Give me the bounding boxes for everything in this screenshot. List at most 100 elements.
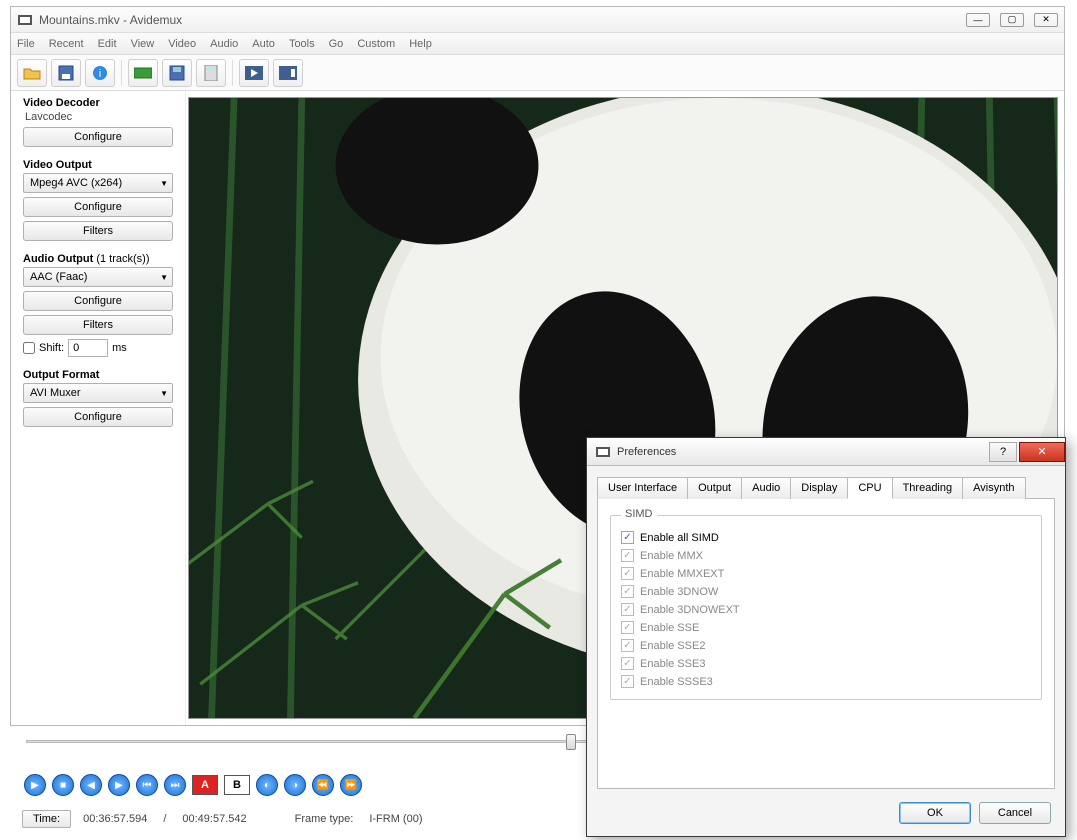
stop-button[interactable]: ■ <box>52 774 74 796</box>
info-icon[interactable]: i <box>85 59 115 87</box>
simd-option-label: Enable all SIMD <box>640 532 719 544</box>
menu-help[interactable]: Help <box>409 38 432 50</box>
tab-user-interface[interactable]: User Interface <box>597 477 688 499</box>
prev-frame-button[interactable]: ◀ <box>80 774 102 796</box>
tab-audio[interactable]: Audio <box>741 477 791 499</box>
audio-shift-checkbox[interactable] <box>23 342 35 354</box>
save-icon[interactable] <box>51 59 81 87</box>
goto-marker-a-button[interactable]: ◐ <box>256 774 278 796</box>
set-marker-b-button[interactable]: B <box>224 775 250 795</box>
simd-option-label: Enable SSE <box>640 622 699 634</box>
simd-option-row: ✓Enable SSSE3 <box>621 675 1031 688</box>
simd-option-row: ✓Enable SSE3 <box>621 657 1031 670</box>
maximize-button[interactable]: ▢ <box>1000 13 1024 27</box>
video-output-configure-button[interactable]: Configure <box>23 197 173 217</box>
simd-groupbox: SIMD ✓Enable all SIMD✓Enable MMX✓Enable … <box>610 515 1042 700</box>
video-output-select[interactable]: Mpeg4 AVC (x264) ▼ <box>23 173 173 193</box>
tab-cpu[interactable]: CPU <box>847 477 892 499</box>
calculator-icon[interactable] <box>196 59 226 87</box>
audio-shift-unit: ms <box>112 342 127 354</box>
group-video-decoder: Video Decoder Lavcodec Configure <box>23 97 175 147</box>
group-audio-output: Audio Output (1 track(s)) AAC (Faac) ▼ C… <box>23 253 175 357</box>
tab-threading[interactable]: Threading <box>892 477 964 499</box>
dialog-close-button[interactable]: ✕ <box>1019 442 1065 462</box>
simd-option-label: Enable SSE2 <box>640 640 705 652</box>
slider-thumb[interactable] <box>566 734 576 750</box>
preferences-tabstrip: User Interface Output Audio Display CPU … <box>597 476 1055 499</box>
time-current[interactable]: 00:36:57.594 <box>79 811 151 827</box>
play-output-icon[interactable] <box>273 59 303 87</box>
window-title: Mountains.mkv - Avidemux <box>39 13 966 27</box>
audio-output-trackinfo: (1 track(s)) <box>96 253 149 265</box>
checkbox-icon: ✓ <box>621 585 634 598</box>
close-button[interactable]: ✕ <box>1034 13 1058 27</box>
minimize-button[interactable]: — <box>966 13 990 27</box>
audio-shift-row: Shift: 0 ms <box>23 339 175 357</box>
play-filtered-icon[interactable] <box>239 59 269 87</box>
chevron-down-icon: ▼ <box>160 389 168 398</box>
simd-option-label: Enable 3DNOW <box>640 586 718 598</box>
menu-auto[interactable]: Auto <box>252 38 275 50</box>
output-format-select[interactable]: AVI Muxer ▼ <box>23 383 173 403</box>
toolbar-separator <box>232 60 233 86</box>
next-keyframe-button[interactable]: ⏭ <box>164 774 186 796</box>
audio-shift-label: Shift: <box>39 342 64 354</box>
audio-output-select[interactable]: AAC (Faac) ▼ <box>23 267 173 287</box>
checkbox-icon: ✓ <box>621 621 634 634</box>
checkbox-icon[interactable]: ✓ <box>621 531 634 544</box>
transport-controls: ▶ ■ ◀ ▶ ⏮ ⏭ A B ◐ ◑ ⏪ ⏩ <box>24 774 362 796</box>
menu-custom[interactable]: Custom <box>357 38 395 50</box>
video-output-filters-button[interactable]: Filters <box>23 221 173 241</box>
checkbox-icon: ✓ <box>621 603 634 616</box>
play-button[interactable]: ▶ <box>24 774 46 796</box>
audio-output-filters-button[interactable]: Filters <box>23 315 173 335</box>
tab-avisynth[interactable]: Avisynth <box>962 477 1025 499</box>
tab-display[interactable]: Display <box>790 477 848 499</box>
set-marker-a-button[interactable]: A <box>192 775 218 795</box>
help-button[interactable]: ? <box>989 442 1017 462</box>
frametype-label: Frame type: <box>291 811 358 827</box>
menu-go[interactable]: Go <box>329 38 344 50</box>
open-icon[interactable] <box>17 59 47 87</box>
prev-keyframe-button[interactable]: ⏮ <box>136 774 158 796</box>
audio-shift-spinner[interactable]: 0 <box>68 339 108 357</box>
video-decoder-configure-button[interactable]: Configure <box>23 127 173 147</box>
video-decoder-codec: Lavcodec <box>23 111 175 123</box>
chevron-down-icon: ▼ <box>160 179 168 188</box>
menu-recent[interactable]: Recent <box>49 38 84 50</box>
goto-marker-b-button[interactable]: ◑ <box>284 774 306 796</box>
simd-legend: SIMD <box>621 508 657 520</box>
open-video-icon[interactable] <box>128 59 158 87</box>
group-output-format: Output Format AVI Muxer ▼ Configure <box>23 369 175 427</box>
simd-option-row: ✓Enable MMX <box>621 549 1031 562</box>
audio-output-title: Audio Output (1 track(s)) <box>23 253 175 265</box>
output-format-configure-button[interactable]: Configure <box>23 407 173 427</box>
toolbar-separator <box>121 60 122 86</box>
menu-edit[interactable]: Edit <box>98 38 117 50</box>
menu-video[interactable]: Video <box>168 38 196 50</box>
audio-output-configure-button[interactable]: Configure <box>23 291 173 311</box>
simd-option-row: ✓ Enable SSE2 <box>621 639 1031 652</box>
time-total: 00:49:57.542 <box>178 811 250 827</box>
dialog-icon <box>595 444 611 460</box>
preferences-dialog: Preferences ? ✕ User Interface Output Au… <box>586 437 1066 837</box>
simd-option-row[interactable]: ✓ Enable all SIMD <box>621 531 1031 544</box>
menu-file[interactable]: File <box>17 38 35 50</box>
prev-black-button[interactable]: ⏪ <box>312 774 334 796</box>
output-format-title: Output Format <box>23 369 175 381</box>
next-frame-button[interactable]: ▶ <box>108 774 130 796</box>
next-black-button[interactable]: ⏩ <box>340 774 362 796</box>
menu-tools[interactable]: Tools <box>289 38 315 50</box>
preferences-titlebar: Preferences ? ✕ <box>587 438 1065 466</box>
menu-audio[interactable]: Audio <box>210 38 238 50</box>
app-icon <box>17 12 33 28</box>
sidebar: Video Decoder Lavcodec Configure Video O… <box>11 91 186 725</box>
save-video-icon[interactable] <box>162 59 192 87</box>
checkbox-icon: ✓ <box>621 549 634 562</box>
checkbox-icon: ✓ <box>621 639 634 652</box>
ok-button[interactable]: OK <box>899 802 971 824</box>
titlebar: Mountains.mkv - Avidemux — ▢ ✕ <box>11 7 1064 33</box>
cancel-button[interactable]: Cancel <box>979 802 1051 824</box>
tab-output[interactable]: Output <box>687 477 742 499</box>
menu-view[interactable]: View <box>131 38 155 50</box>
